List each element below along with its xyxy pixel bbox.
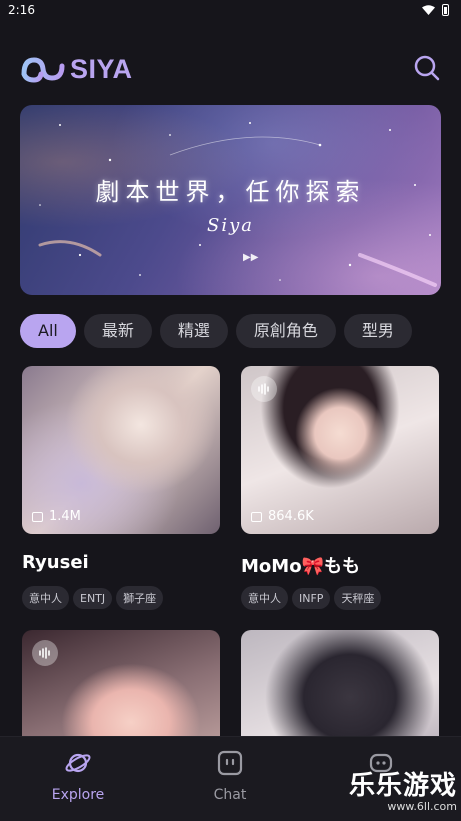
chip-handsome-men[interactable]: 型男	[343, 314, 412, 348]
nav-chat-label: Chat	[213, 787, 247, 803]
category-tabs: All 最新 精選 原創角色 型男	[20, 314, 461, 350]
tag: 意中人	[22, 586, 69, 610]
logo-text: SIYA	[70, 53, 133, 84]
tag: ENTJ	[73, 588, 113, 609]
promo-banner[interactable]: 劇本世界，任你探索 Siya ▶▶	[20, 105, 441, 295]
tag: INFP	[292, 588, 331, 609]
bottom-nav: Explore Chat 乐乐游戏 www.6ll.com	[0, 736, 461, 821]
play-icon: ▶▶	[243, 252, 259, 263]
chip-original-characters[interactable]: 原創角色	[235, 314, 336, 348]
chat-icon	[217, 750, 243, 776]
voice-icon[interactable]	[32, 640, 58, 666]
character-card-momo[interactable]: 864.6K MoMo🎀もも 意中人 INFP 天秤座	[241, 366, 439, 610]
chat-bubble-icon	[32, 511, 43, 522]
chat-count: 1.4M	[32, 509, 81, 524]
chip-featured[interactable]: 精選	[159, 314, 228, 348]
search-icon[interactable]	[413, 54, 441, 82]
chat-bubble-icon	[251, 511, 262, 522]
character-card-ryusei[interactable]: 1.4M Ryusei 意中人 ENTJ 獅子座	[22, 366, 220, 610]
banner-subtitle: Siya	[207, 215, 254, 236]
planet-icon	[65, 753, 91, 773]
status-time: 2:16	[8, 3, 35, 17]
nav-chat[interactable]: Chat	[170, 749, 290, 803]
tag: 獅子座	[116, 586, 164, 610]
voice-icon[interactable]	[251, 376, 277, 402]
app-logo: SIYA	[20, 52, 133, 86]
tag-list: 意中人 INFP 天秤座	[241, 586, 439, 610]
character-image: 1.4M	[22, 366, 220, 534]
wifi-icon	[422, 5, 435, 15]
chat-count-value: 1.4M	[49, 509, 81, 524]
watermark-title: 乐乐游戏	[348, 771, 457, 801]
battery-icon	[442, 4, 449, 16]
character-name: MoMo🎀もも	[241, 556, 360, 577]
tag: 意中人	[241, 586, 288, 610]
nav-explore[interactable]: Explore	[18, 749, 138, 803]
site-watermark: 乐乐游戏 www.6ll.com	[349, 765, 457, 813]
character-image: 864.6K	[241, 366, 439, 534]
tag-list: 意中人 ENTJ 獅子座	[22, 586, 220, 610]
nav-explore-label: Explore	[51, 787, 105, 803]
chip-latest[interactable]: 最新	[83, 314, 152, 348]
chat-count: 864.6K	[251, 509, 314, 524]
chip-all[interactable]: All	[20, 314, 76, 348]
character-name: Ryusei	[22, 552, 89, 573]
status-bar: 2:16	[0, 0, 461, 22]
chat-count-value: 864.6K	[268, 509, 314, 524]
tag: 天秤座	[334, 586, 382, 610]
app-header: SIYA	[20, 50, 441, 90]
banner-title: 劇本世界，任你探索	[95, 178, 366, 206]
logo-icon	[21, 57, 65, 83]
